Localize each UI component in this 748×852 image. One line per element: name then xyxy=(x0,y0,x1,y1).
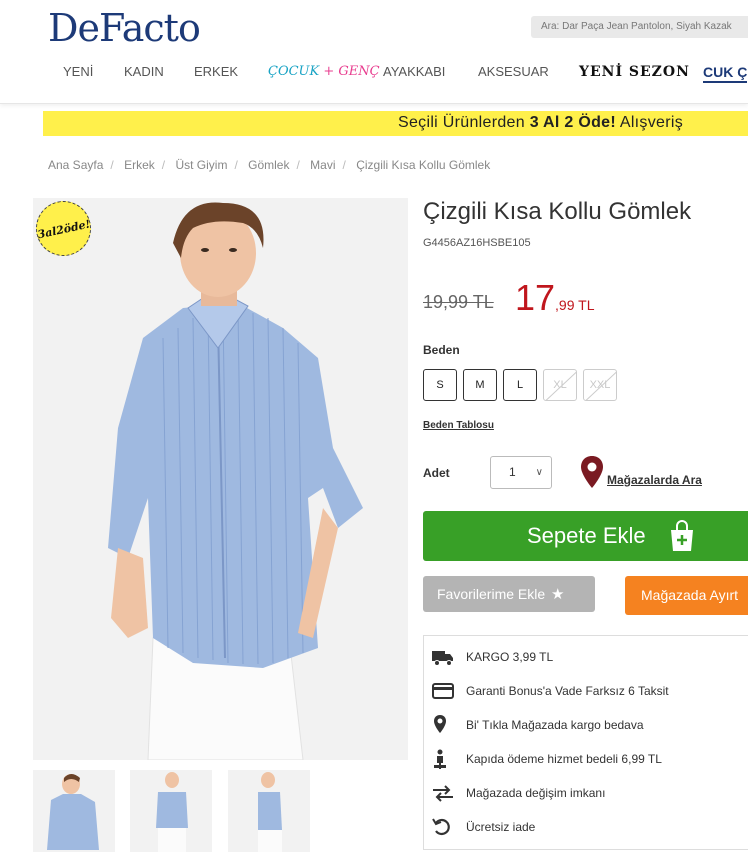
product-code: G4456AZ16HSBE105 xyxy=(423,237,531,249)
add-to-cart-label: Sepete Ekle xyxy=(527,523,646,548)
add-to-cart-button[interactable]: Sepete Ekle xyxy=(423,511,748,561)
breadcrumb-item[interactable]: Üst Giyim xyxy=(175,158,227,172)
size-label: Beden xyxy=(423,343,460,357)
breadcrumb-current: Çizgili Kısa Kollu Gömlek xyxy=(356,158,491,172)
nav-genc-label: GENÇ xyxy=(338,64,380,79)
delivery-person-icon xyxy=(432,749,454,769)
nav-item-yeni[interactable]: YENİ xyxy=(63,64,93,79)
return-icon xyxy=(432,817,454,837)
thumbnail-image xyxy=(228,770,310,852)
add-to-favorites-button[interactable]: Favorilerime Ekle ★ xyxy=(423,576,595,612)
reserve-in-store-button[interactable]: Mağazada Ayırt xyxy=(625,576,748,615)
truck-icon xyxy=(432,647,454,667)
main-nav: YENİ KADIN ERKEK ÇOCUK + GENÇ AYAKKABI A… xyxy=(0,64,748,86)
feature-text: Ücretsiz iade xyxy=(466,820,536,834)
price-integer: 17 xyxy=(515,277,556,318)
shipping-features-box: KARGO 3,99 TL Garanti Bonus'a Vade Farks… xyxy=(423,635,748,850)
exchange-arrows-icon xyxy=(432,783,454,803)
breadcrumb-item[interactable]: Erkek xyxy=(124,158,155,172)
feature-text: Kapıda ödeme hizmet bedeli 6,99 TL xyxy=(466,752,662,766)
size-option-m[interactable]: M xyxy=(463,369,497,401)
location-pin-icon xyxy=(432,715,454,735)
nav-item-cocuk-genc[interactable]: ÇOCUK + GENÇ xyxy=(268,64,380,79)
price-decimal: ,99 TL xyxy=(555,297,595,313)
promo-highlight: 3 Al 2 Öde! xyxy=(529,114,616,131)
old-price: 19,99 TL xyxy=(423,292,494,312)
chevron-down-icon: ∨ xyxy=(535,467,543,478)
feature-text: KARGO 3,99 TL xyxy=(466,650,554,664)
feature-text: Mağazada değişim imkanı xyxy=(466,786,606,800)
nav-item-kadin[interactable]: KADIN xyxy=(124,64,164,79)
shopping-bag-icon xyxy=(669,520,695,558)
size-option-xl: XL xyxy=(543,369,577,401)
feature-item: Mağazada değişim imkanı xyxy=(432,783,748,803)
thumbnail-image xyxy=(130,770,212,852)
product-thumbnail[interactable] xyxy=(228,770,310,852)
search-input[interactable]: Ara: Dar Paça Jean Pantolon, Siyah Kazak xyxy=(531,16,748,38)
product-thumbnail[interactable] xyxy=(33,770,115,852)
model-photo xyxy=(33,198,408,760)
size-option-l[interactable]: L xyxy=(503,369,537,401)
site-header: DeFacto Ara: Dar Paça Jean Pantolon, Siy… xyxy=(0,0,748,104)
store-search-link[interactable]: Mağazalarda Ara xyxy=(607,473,702,487)
nav-item-ayakkabi[interactable]: AYAKKABI xyxy=(383,64,445,79)
nav-item-yeni-sezon[interactable]: YENİ SEZON xyxy=(579,64,690,80)
credit-card-icon xyxy=(432,681,454,701)
feature-item: KARGO 3,99 TL xyxy=(432,647,748,667)
feature-item: Kapıda ödeme hizmet bedeli 6,99 TL xyxy=(432,749,748,769)
size-option-xxl: XXL xyxy=(583,369,617,401)
promo-prefix: Seçili Ürünlerden xyxy=(398,114,530,131)
breadcrumb: Ana Sayfa / Erkek / Üst Giyim / Gömlek / Mav… xyxy=(48,158,491,172)
star-icon: ★ xyxy=(551,586,565,603)
nav-plus-label: + xyxy=(323,64,335,79)
current-price: 17,99 TL xyxy=(515,277,594,319)
product-main-image[interactable] xyxy=(33,198,408,760)
product-title: Çizgili Kısa Kollu Gömlek xyxy=(423,198,692,225)
quantity-label: Adet xyxy=(423,466,450,480)
add-to-favorites-label: Favorilerime Ekle xyxy=(437,586,546,602)
breadcrumb-item[interactable]: Ana Sayfa xyxy=(48,158,103,172)
feature-text: Garanti Bonus'a Vade Farksız 6 Taksit xyxy=(466,684,669,698)
nav-cocuk-label: ÇOCUK xyxy=(268,64,320,79)
size-option-s[interactable]: S xyxy=(423,369,457,401)
size-table-link[interactable]: Beden Tablosu xyxy=(423,420,494,431)
feature-text: Bi' Tıkla Mağazada kargo bedava xyxy=(466,718,644,732)
breadcrumb-item[interactable]: Mavi xyxy=(310,158,335,172)
feature-item: Bi' Tıkla Mağazada kargo bedava xyxy=(432,715,748,735)
promo-banner[interactable]: Seçili Ürünlerden 3 Al 2 Öde! Alışveriş xyxy=(43,111,748,136)
promo-suffix: Alışveriş xyxy=(615,114,683,131)
nav-item-cuk[interactable]: CUK Ç xyxy=(703,64,748,83)
nav-item-erkek[interactable]: ERKEK xyxy=(194,64,238,79)
location-pin-icon[interactable] xyxy=(581,456,603,493)
defacto-logo[interactable]: DeFacto xyxy=(48,6,201,50)
quantity-value: 1 xyxy=(509,465,516,479)
nav-item-aksesuar[interactable]: AKSESUAR xyxy=(478,64,549,79)
feature-item: Garanti Bonus'a Vade Farksız 6 Taksit xyxy=(432,681,748,701)
breadcrumb-item[interactable]: Gömlek xyxy=(248,158,289,172)
quantity-select[interactable]: 1 ∨ xyxy=(490,456,552,489)
feature-item: Ücretsiz iade xyxy=(432,817,748,837)
thumbnail-image xyxy=(33,770,115,852)
product-thumbnail[interactable] xyxy=(130,770,212,852)
